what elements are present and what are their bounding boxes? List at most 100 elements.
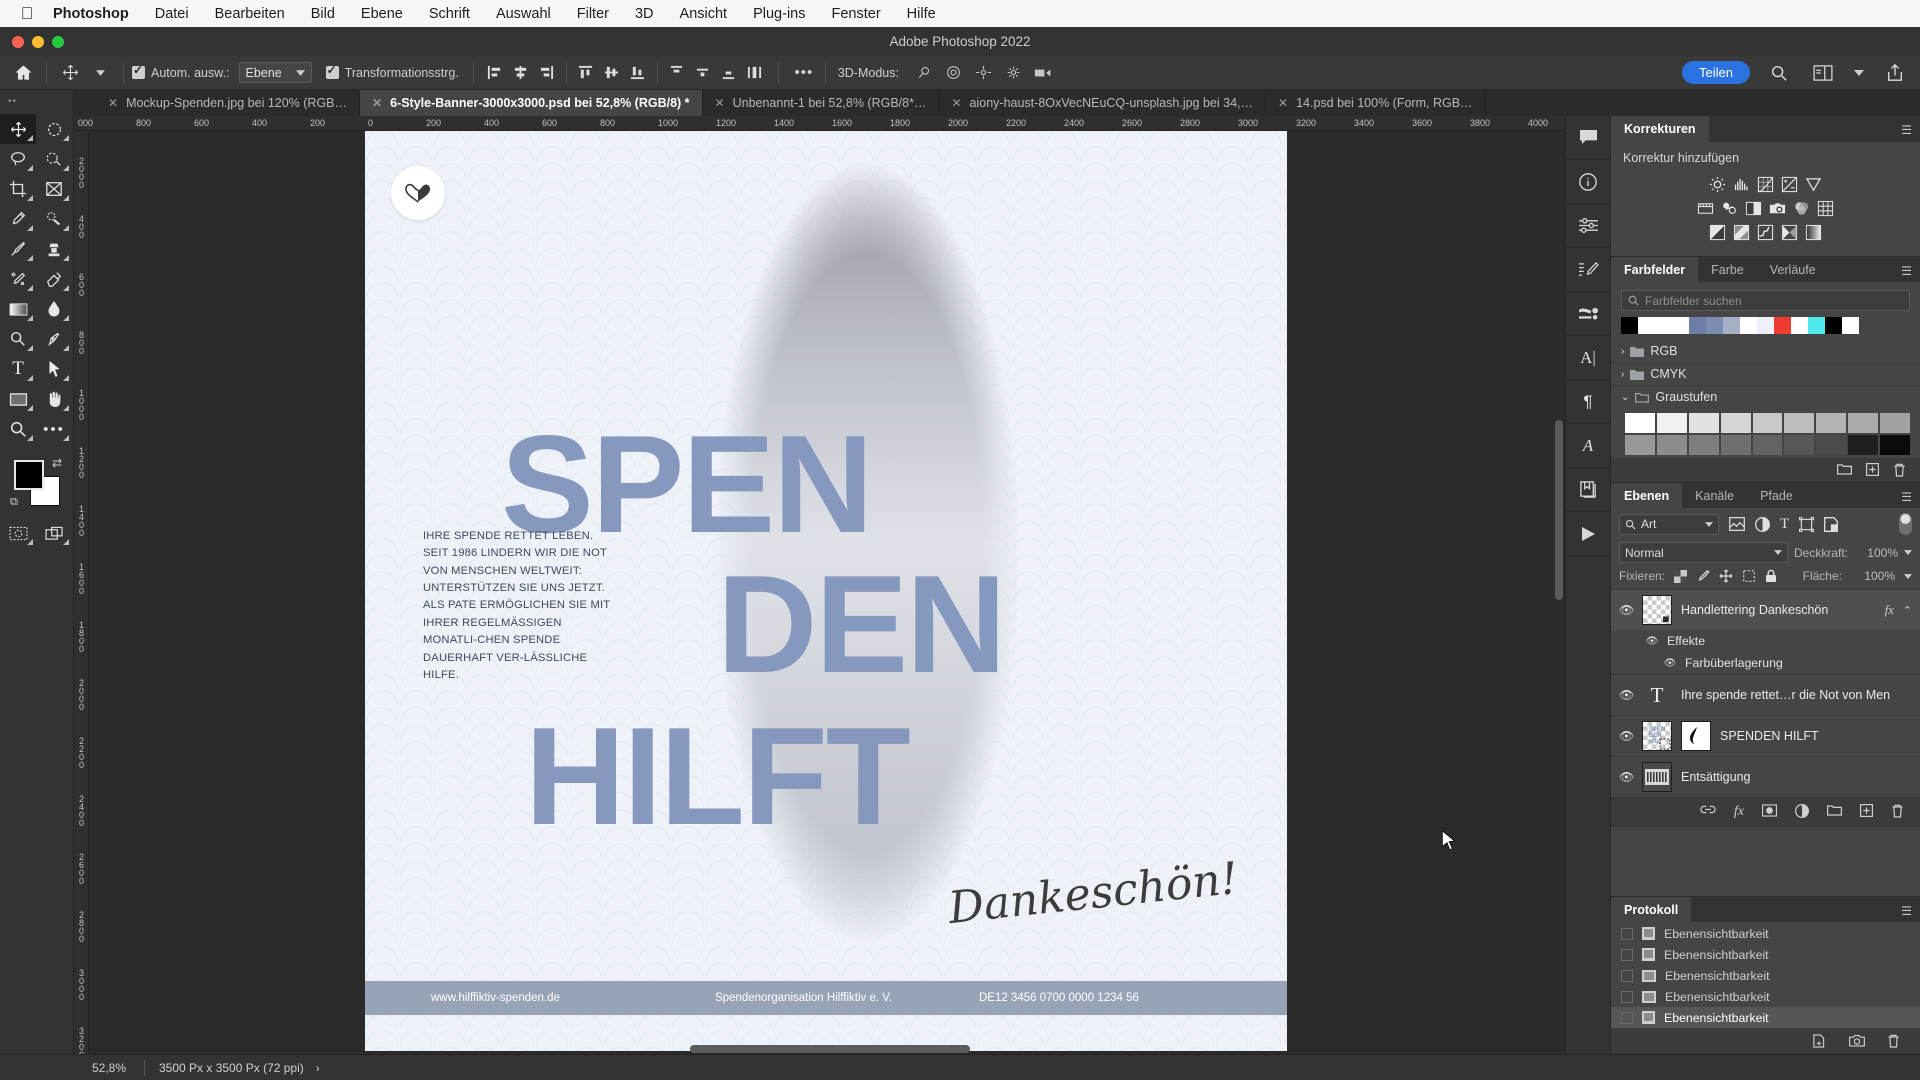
color-swatch[interactable] — [1621, 317, 1638, 334]
distribute-vertical-centers-icon[interactable] — [690, 60, 716, 86]
grayscale-swatch[interactable] — [1625, 413, 1655, 433]
eye-icon[interactable]: 👁 — [1663, 658, 1677, 669]
workspace-chevron-icon[interactable] — [1852, 60, 1866, 86]
lock-position-icon[interactable] — [1719, 569, 1733, 583]
properties-icon[interactable] — [1566, 204, 1610, 248]
opacity-value[interactable]: 100% — [1854, 546, 1898, 560]
color-swatch[interactable] — [1638, 317, 1655, 334]
layer-row-spenden-hilft[interactable]: 👁 SPEN DEN HIL SPENDEN HILFT — [1611, 715, 1920, 756]
lock-artboard-icon[interactable] — [1742, 569, 1756, 583]
align-bottom-edges-icon[interactable] — [625, 60, 651, 86]
panel-menu-icon[interactable]: ☰ — [1901, 123, 1912, 137]
move-tool[interactable] — [0, 114, 36, 144]
share-button[interactable]: Teilen — [1682, 61, 1750, 84]
new-adjustment-icon[interactable] — [1795, 804, 1809, 820]
filter-toggle-switch[interactable] — [1899, 513, 1912, 535]
swatch-folder-cmyk[interactable]: › CMYK — [1611, 363, 1920, 386]
3d-pan-icon[interactable] — [969, 60, 999, 86]
close-tab-icon[interactable]: ✕ — [372, 96, 382, 110]
layer-effect-color-overlay[interactable]: 👁 Farbüberlagerung — [1611, 652, 1920, 674]
brush-presets-icon[interactable] — [1566, 292, 1610, 336]
selective-color-icon[interactable] — [1780, 223, 1799, 242]
color-swatch[interactable] — [1655, 317, 1672, 334]
more-options-icon[interactable]: ••• — [789, 60, 819, 86]
color-swatch[interactable] — [1740, 317, 1757, 334]
zoom-tool[interactable] — [0, 414, 36, 444]
lasso-tool[interactable] — [0, 144, 36, 174]
brightness-contrast-icon[interactable] — [1708, 175, 1727, 194]
color-swatch[interactable] — [1757, 317, 1774, 334]
menu-item-plugins[interactable]: Plug-ins — [740, 6, 818, 22]
layer-fx-badge[interactable]: fx — [1885, 603, 1894, 618]
align-horizontal-centers-icon[interactable] — [508, 60, 534, 86]
pixel-filter-icon[interactable] — [1729, 517, 1745, 531]
tab-kanaele[interactable]: Kanäle — [1682, 483, 1747, 508]
delete-layer-icon[interactable] — [1891, 804, 1904, 820]
layer-effects-chevron-icon[interactable]: ⌃ — [1903, 604, 1912, 617]
default-colors-icon[interactable]: ⧉ — [10, 496, 18, 509]
channel-mixer-icon[interactable] — [1792, 199, 1811, 218]
tab-14-psd[interactable]: ✕ 14.psd bei 100% (Form, RGB… — [1266, 90, 1486, 116]
black-white-icon[interactable] — [1744, 199, 1763, 218]
grayscale-swatch[interactable] — [1656, 435, 1687, 455]
screen-mode-icon[interactable] — [36, 518, 72, 548]
align-left-edges-icon[interactable] — [482, 60, 508, 86]
tab-aiony-haust[interactable]: ✕ aiony-haust-8OxVecNEuCQ-unsplash.jpg b… — [939, 90, 1267, 116]
history-row[interactable]: Ebenensichtbarkeit — [1611, 965, 1920, 986]
menu-item-photoshop[interactable]: Photoshop — [40, 6, 142, 22]
layer-thumbnail[interactable] — [1642, 762, 1672, 792]
grayscale-swatch[interactable] — [1752, 435, 1783, 455]
menu-item-bearbeiten[interactable]: Bearbeiten — [202, 6, 298, 22]
grayscale-swatch[interactable] — [1816, 413, 1847, 433]
auto-select-checkbox[interactable] — [132, 63, 145, 79]
menu-item-3d[interactable]: 3D — [622, 6, 667, 22]
align-right-edges-icon[interactable] — [534, 60, 560, 86]
grayscale-swatch[interactable] — [1880, 413, 1910, 433]
chevron-right-icon[interactable]: › — [1621, 346, 1624, 357]
align-top-edges-icon[interactable] — [573, 60, 599, 86]
move-tool-icon[interactable] — [55, 60, 85, 86]
grayscale-swatch[interactable] — [1625, 435, 1655, 455]
tool-preset-chevron-icon[interactable] — [85, 60, 115, 86]
layer-row-handlettering[interactable]: 👁 Handlettering Dankeschön fx ⌃ — [1611, 589, 1920, 630]
eye-icon[interactable]: 👁 — [1619, 770, 1634, 784]
grayscale-swatch[interactable] — [1688, 413, 1719, 433]
history-row[interactable]: Ebenensichtbarkeit — [1611, 944, 1920, 965]
glyphs-icon[interactable]: A — [1566, 424, 1610, 468]
tab-mockup-spenden[interactable]: ✕ Mockup-Spenden.jpg bei 120% (RGB… — [96, 90, 361, 116]
color-lookup-icon[interactable] — [1816, 199, 1835, 218]
document-canvas[interactable]: SPEN DEN HILFT IHRE SPENDE RETTET LEBEN.… — [365, 131, 1287, 1051]
menu-item-datei[interactable]: Datei — [142, 6, 202, 22]
swap-colors-icon[interactable]: ⇄ — [52, 456, 62, 470]
apple-logo-icon[interactable]:  — [14, 5, 40, 22]
panel-menu-icon[interactable]: ☰ — [1901, 904, 1912, 918]
new-swatch-icon[interactable] — [1866, 463, 1879, 477]
brush-settings-icon[interactable] — [1566, 248, 1610, 292]
vertical-scrollbar[interactable] — [1555, 420, 1563, 600]
history-snapshot-box[interactable] — [1621, 990, 1633, 1003]
tab-farbfelder[interactable]: Farbfelder — [1611, 257, 1699, 282]
grayscale-swatch[interactable] — [1720, 413, 1751, 433]
color-swatch[interactable] — [1689, 317, 1706, 334]
home-icon[interactable] — [8, 60, 38, 86]
layer-thumbnail[interactable]: T — [1642, 680, 1672, 710]
workspace-layout-icon[interactable] — [1808, 60, 1838, 86]
foreground-color-swatch[interactable] — [14, 460, 44, 490]
quick-mask-icon[interactable] — [0, 518, 36, 548]
eye-icon[interactable]: 👁 — [1619, 688, 1634, 702]
toolbar-grip[interactable]: •• — [8, 96, 17, 107]
gradient-map-icon[interactable] — [1804, 223, 1823, 242]
grayscale-swatch[interactable] — [1784, 435, 1815, 455]
export-share-icon[interactable] — [1880, 60, 1910, 86]
paragraph-icon[interactable]: ¶ — [1566, 380, 1610, 424]
grayscale-swatch[interactable] — [1880, 435, 1910, 455]
3d-roll-icon[interactable] — [939, 60, 969, 86]
chevron-right-icon[interactable]: › — [1621, 369, 1624, 380]
shape-tool[interactable] — [0, 384, 36, 414]
grayscale-swatch[interactable] — [1688, 435, 1719, 455]
menu-item-ebene[interactable]: Ebene — [348, 6, 416, 22]
dodge-tool[interactable] — [0, 324, 36, 354]
history-snapshot-box[interactable] — [1621, 1011, 1633, 1024]
history-snapshot-box[interactable] — [1621, 948, 1633, 961]
history-snapshot-box[interactable] — [1621, 927, 1633, 940]
